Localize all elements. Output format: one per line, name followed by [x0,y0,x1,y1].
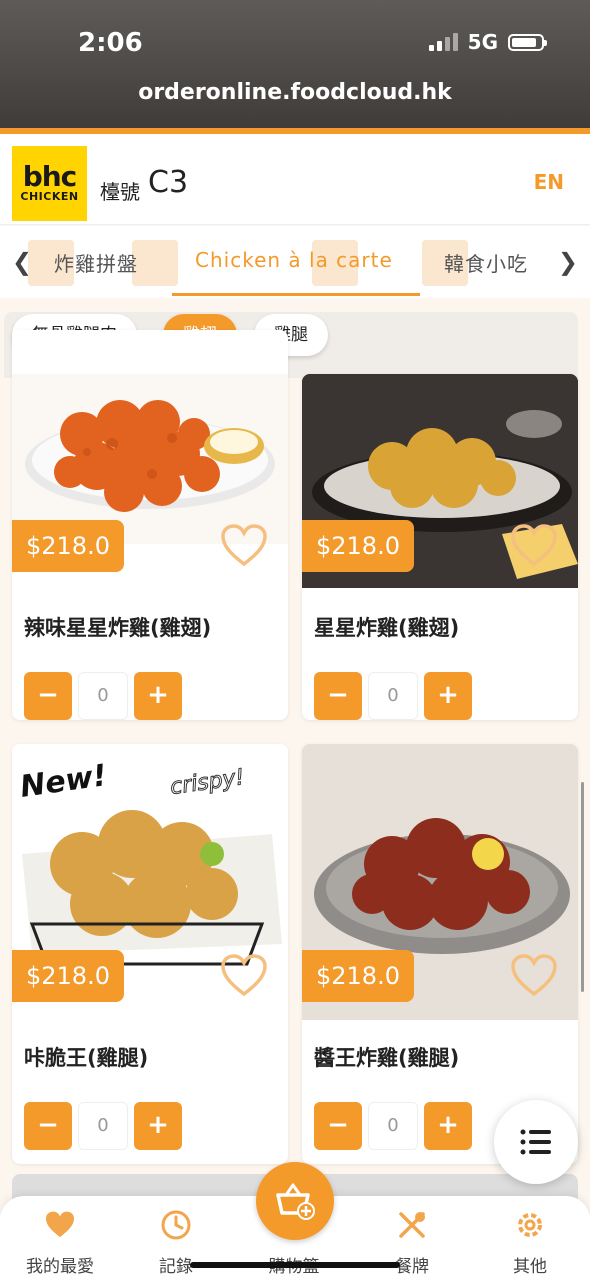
scrollbar[interactable] [581,782,584,992]
table-label: 檯號 [100,180,140,204]
decrement-button[interactable]: − [24,1102,72,1150]
nav-label: 其他 [513,1257,547,1277]
clock-icon [126,1208,226,1242]
product-card[interactable]: $218.0 辣味星星炸雞(雞翅) − 0 + [12,330,288,720]
tab-platter[interactable]: 炸雞拼盤 [54,248,138,277]
quantity-value[interactable]: 0 [78,1102,128,1150]
favorite-heart-icon[interactable] [510,524,558,572]
increment-button[interactable]: + [134,672,182,720]
decrement-button[interactable]: − [24,672,72,720]
favorite-heart-icon[interactable] [510,954,558,1002]
basket-icon [276,1183,315,1220]
price-tag: $218.0 [302,950,414,1002]
category-tabs: ❮ 炸雞拼盤 Chicken à la carte 韓食小吃 ❯ [0,226,590,298]
product-name: 醬王炸雞(雞腿) [314,1046,460,1070]
cart-button[interactable] [256,1162,334,1240]
price-tag: $218.0 [12,950,124,1002]
table-number: C3 [148,165,189,200]
url-bar[interactable]: orderonline.foodcloud.hk [0,80,590,105]
quantity-stepper: − 0 + [314,1102,472,1150]
heart-icon [10,1208,110,1242]
active-tab-indicator [172,293,420,296]
tab-placeholder [132,240,178,286]
increment-button[interactable]: + [424,1102,472,1150]
list-menu-button[interactable] [494,1100,578,1184]
logo-subtext: CHICKEN [20,190,79,203]
tab-a-la-carte[interactable]: Chicken à la carte [195,248,393,272]
price-tag: $218.0 [12,520,124,572]
product-card[interactable]: New! crispy! $218.0 咔脆王(雞腿) − 0 + [12,744,288,1164]
browser-chrome: 2:06 5G orderonline.foodcloud.hk [0,0,590,134]
store-header: bhc CHICKEN 檯號 C3 EN [0,134,590,225]
product-card[interactable]: $218.0 星星炸雞(雞翅) − 0 + [302,374,578,720]
favorite-heart-icon[interactable] [220,524,268,572]
product-name: 咔脆王(雞腿) [24,1046,149,1070]
increment-button[interactable]: + [424,672,472,720]
product-name: 辣味星星炸雞(雞翅) [24,616,212,640]
battery-icon [508,33,547,51]
nav-label: 我的最愛 [26,1257,94,1277]
quantity-stepper: − 0 + [314,672,472,720]
network-label: 5G [467,30,498,54]
quantity-value[interactable]: 0 [78,672,128,720]
logo-text: bhc [22,160,78,193]
signal-icon [428,33,458,51]
quantity-value[interactable]: 0 [368,1102,418,1150]
quantity-stepper: − 0 + [24,672,182,720]
gear-icon [480,1208,580,1242]
status-time: 2:06 [78,28,143,58]
nav-more[interactable]: 其他 [480,1208,580,1277]
home-indicator [190,1262,400,1268]
decrement-button[interactable]: − [314,672,362,720]
decrement-button[interactable]: − [314,1102,362,1150]
increment-button[interactable]: + [134,1102,182,1150]
language-button[interactable]: EN [534,170,564,194]
chevron-right-icon[interactable]: ❯ [558,248,578,276]
nav-favorites[interactable]: 我的最愛 [10,1208,110,1277]
bhc-logo: bhc CHICKEN [12,146,87,221]
status-indicators: 5G [428,30,547,54]
list-icon [520,1129,551,1155]
fork-knife-icon [362,1208,462,1242]
tab-korean-snacks[interactable]: 韓食小吃 [444,248,528,277]
product-name: 星星炸雞(雞翅) [314,616,460,640]
quantity-value[interactable]: 0 [368,672,418,720]
favorite-heart-icon[interactable] [220,954,268,1002]
quantity-stepper: − 0 + [24,1102,182,1150]
product-image[interactable] [12,374,288,544]
price-tag: $218.0 [302,520,414,572]
